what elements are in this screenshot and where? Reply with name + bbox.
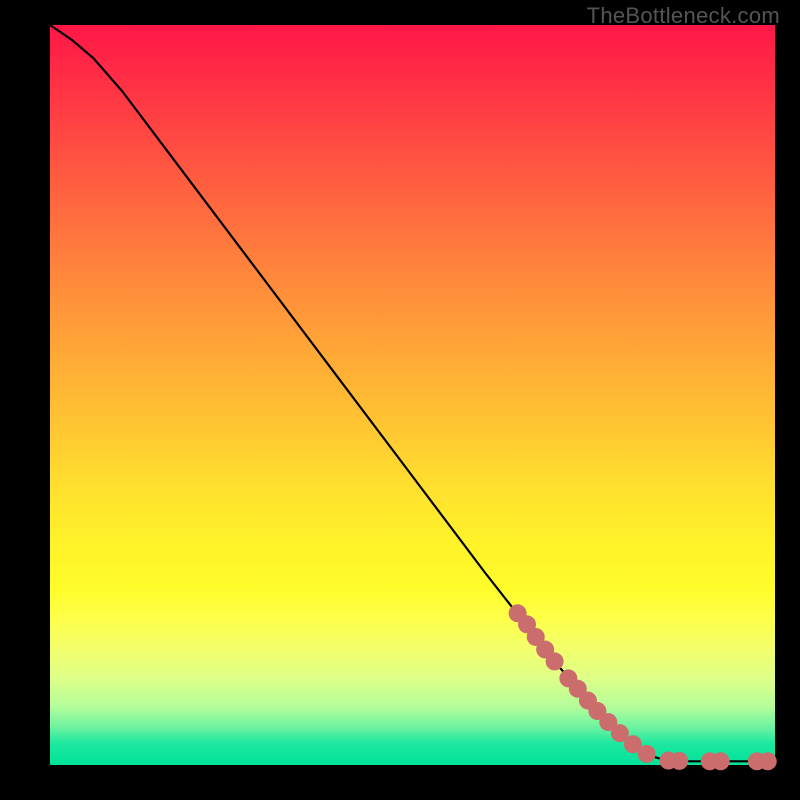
chart-point — [759, 752, 777, 770]
watermark-text: TheBottleneck.com — [587, 3, 780, 29]
chart-point — [670, 752, 688, 770]
chart-plot-area — [50, 25, 775, 765]
chart-point — [638, 745, 656, 763]
chart-point — [546, 652, 564, 670]
chart-point — [712, 752, 730, 770]
chart-curve — [50, 25, 775, 761]
chart-overlay-svg — [50, 25, 775, 765]
chart-points-group — [509, 604, 777, 770]
